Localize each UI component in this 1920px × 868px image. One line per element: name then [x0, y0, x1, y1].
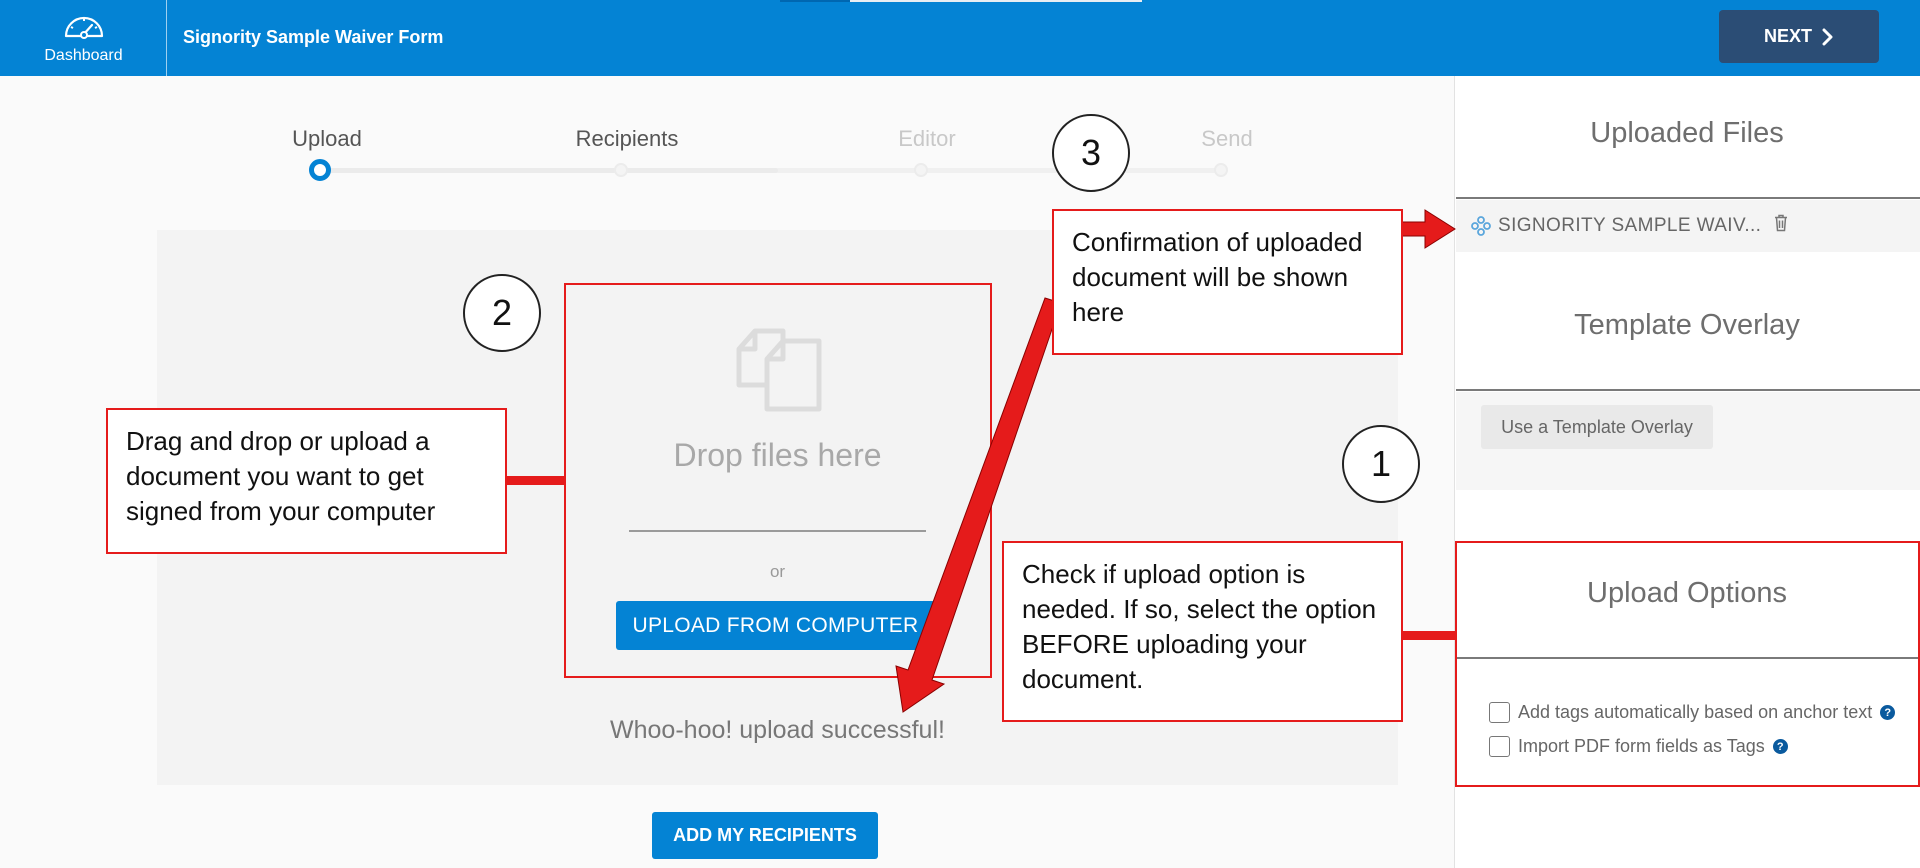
header-tab-indicator	[780, 0, 850, 2]
template-overlay-heading: Template Overlay	[1574, 309, 1800, 341]
arrow-right-icon	[1397, 209, 1456, 249]
confirmation-annotation: Confirmation of uploaded document will b…	[1052, 209, 1403, 355]
step-send: Send	[1201, 126, 1253, 151]
document-title: Signority Sample Waiver Form	[183, 27, 444, 47]
step-editor-dot	[914, 163, 928, 177]
speedometer-icon	[64, 16, 104, 39]
annotation-connector	[1401, 631, 1456, 640]
upload-options-highlight-frame	[1455, 541, 1920, 787]
trash-icon[interactable]	[1774, 214, 1788, 232]
use-template-overlay-button[interactable]: Use a Template Overlay	[1481, 405, 1713, 449]
step-recipients[interactable]: Recipients	[537, 126, 717, 152]
next-button[interactable]: NEXT	[1719, 10, 1879, 63]
top-header: Dashboard Signority Sample Waiver Form N…	[0, 0, 1920, 76]
template-overlay-divider	[1456, 389, 1920, 391]
step-recipients-dot[interactable]	[614, 163, 628, 177]
step-upload-dot[interactable]	[309, 159, 331, 181]
annotation-connector	[505, 476, 565, 485]
next-button-label: NEXT	[1763, 26, 1812, 46]
annotation-step-3: 3	[1052, 114, 1130, 192]
chevron-right-icon	[1822, 28, 1833, 45]
move-handle-icon[interactable]	[1471, 216, 1491, 236]
dashboard-label: Dashboard	[44, 47, 123, 64]
drop-zone-highlight-frame	[564, 283, 992, 678]
step-send-dot	[1214, 163, 1228, 177]
uploaded-file-item[interactable]: SIGNORITY SAMPLE WAIV...	[1456, 200, 1920, 252]
header-tab-indicator-secondary	[850, 0, 1142, 2]
upload-success-message: Whoo-hoo! upload successful!	[610, 716, 945, 744]
stepper-track-progress	[320, 168, 778, 173]
drag-drop-annotation: Drag and drop or upload a document you w…	[106, 408, 507, 554]
uploaded-file-name: SIGNORITY SAMPLE WAIV...	[1498, 215, 1762, 236]
uploaded-files-divider	[1456, 197, 1920, 199]
step-upload[interactable]: Upload	[237, 126, 417, 152]
annotation-step-2: 2	[463, 274, 541, 352]
step-editor: Editor	[898, 126, 956, 151]
add-my-recipients-button[interactable]: ADD MY RECIPIENTS	[652, 812, 878, 859]
upload-option-annotation: Check if upload option is needed. If so,…	[1002, 541, 1403, 722]
annotation-step-1: 1	[1342, 425, 1420, 503]
dashboard-link[interactable]: Dashboard	[0, 0, 167, 76]
uploaded-files-heading: Uploaded Files	[1590, 117, 1784, 149]
